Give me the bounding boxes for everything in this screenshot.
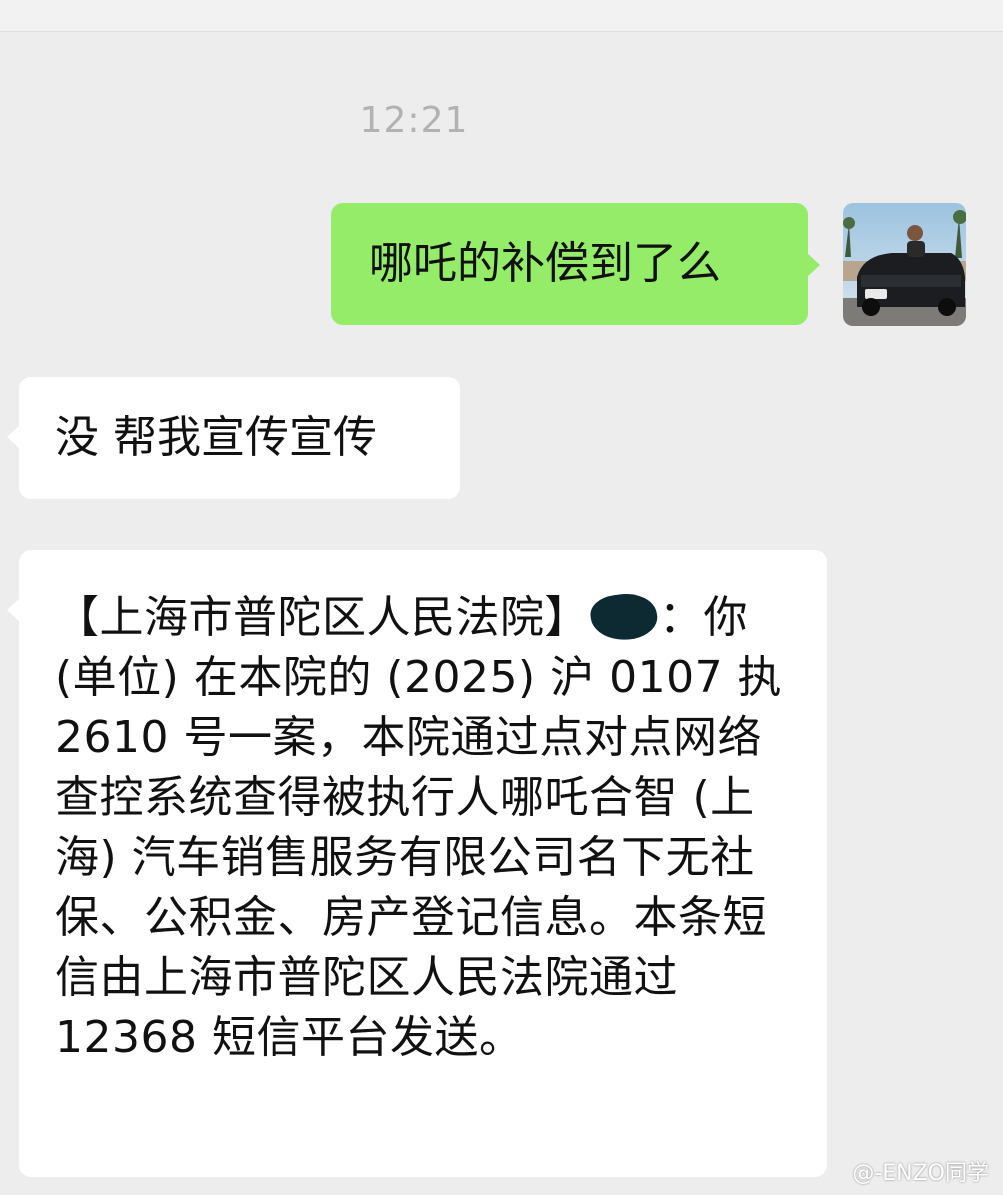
bubble-tail (807, 253, 820, 277)
message-timestamp: 12:21 (359, 100, 469, 141)
bubble-tail (7, 598, 20, 622)
bubble-tail (7, 425, 20, 449)
sent-message-bubble[interactable]: 哪吒的补偿到了么 (331, 203, 820, 325)
message-text: 【上海市普陀区人民法院】 ：你(单位) 在本院的 (2025) 沪 0107 执 … (55, 588, 795, 1068)
court-name: 【上海市普陀区人民法院】 (55, 592, 589, 643)
avatar-image (843, 203, 966, 326)
top-bar (0, 0, 1003, 32)
avatar-photo-icon[interactable] (843, 203, 966, 326)
received-message-bubble[interactable]: 【上海市普陀区人民法院】 ：你(单位) 在本院的 (2025) 沪 0107 执 … (7, 550, 827, 1177)
message-text: 哪吒的补偿到了么 (369, 238, 721, 289)
redaction-scribble (588, 589, 660, 645)
watermark: @-ENZO同学 (852, 1161, 989, 1186)
message-text: 没 帮我宣传宣传 (55, 412, 377, 463)
court-notice-body: ：你(单位) 在本院的 (2025) 沪 0107 执 2610 号一案，本院通… (55, 592, 783, 1063)
received-message-bubble[interactable]: 没 帮我宣传宣传 (7, 377, 460, 499)
